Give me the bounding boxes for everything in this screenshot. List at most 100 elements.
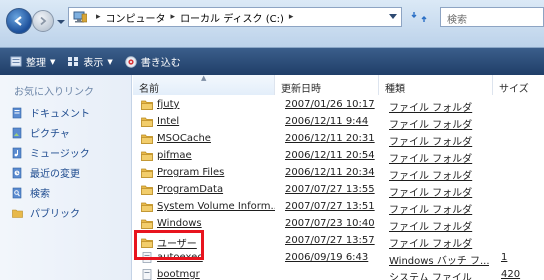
breadcrumb-local-disk[interactable]: ローカル ディスク (C:) (180, 10, 284, 25)
recent-pages-dropdown-icon[interactable] (56, 18, 66, 26)
column-header-size[interactable]: サイズ (493, 75, 544, 95)
file-size: 420 (501, 269, 521, 280)
favorite-link-searches[interactable]: 検索 (12, 185, 50, 200)
search-input[interactable]: 検索 (440, 7, 544, 27)
file-name: bootmgr (157, 269, 200, 280)
file-name-cell[interactable]: Intel (141, 116, 275, 127)
refresh-icon (411, 12, 427, 22)
column-header-label: 名前 (139, 84, 159, 95)
column-header-name[interactable]: ▲ 名前 (133, 75, 275, 95)
breadcrumb-separator-icon[interactable]: ▸ (96, 12, 101, 22)
file-size: 1 (501, 252, 508, 263)
file-type: ファイル フォルダ (389, 120, 473, 131)
favorite-links-heading: お気に入りリンク (14, 87, 94, 98)
highlight-box (134, 230, 204, 260)
folder-icon (141, 134, 153, 144)
address-path[interactable]: ▸ コンピュータ ▸ ローカル ディスク (C:) ▸ (68, 7, 402, 27)
file-type: ファイル フォルダ (389, 222, 473, 233)
column-header-type[interactable]: 種類 (379, 75, 493, 95)
file-type: ファイル フォルダ (389, 239, 473, 250)
file-date: 2006/12/11 20:34 (285, 167, 375, 178)
breadcrumb-separator-icon[interactable]: ▸ (171, 12, 176, 22)
folder-icon (141, 185, 153, 195)
file-name-cell[interactable]: Program Files (141, 167, 275, 178)
file-row[interactable]: bootmgr システム ファイル 420 (133, 267, 544, 280)
breadcrumb-separator-icon[interactable]: ▸ (289, 12, 294, 22)
breadcrumb-computer[interactable]: コンピュータ (106, 10, 166, 25)
organize-button[interactable]: 整理 ▼ (10, 54, 55, 69)
column-header-label: 種類 (385, 84, 405, 95)
folder-icon (141, 117, 153, 127)
file-type: ファイル フォルダ (389, 171, 473, 182)
file-name: fjuty (157, 99, 180, 110)
file-row[interactable]: Program Files 2006/12/11 20:34 ファイル フォルダ (133, 165, 544, 182)
favorite-link-label: ミュージック (30, 149, 90, 160)
file-name: pifmae (157, 150, 192, 161)
views-dropdown-icon: ▼ (107, 57, 113, 66)
favorite-link-music[interactable]: ミュージック (12, 145, 90, 160)
file-date: 2006/09/19 6:43 (285, 252, 369, 263)
music-icon (12, 147, 22, 158)
folder-icon (141, 168, 153, 178)
file-name-cell[interactable]: MSOCache (141, 133, 275, 144)
file-type: Windows バッチ フ... (389, 256, 489, 267)
forward-arrow-icon (40, 16, 47, 26)
file-row[interactable]: pifmae 2006/12/11 20:54 ファイル フォルダ (133, 148, 544, 165)
organize-icon (10, 56, 22, 67)
views-icon (68, 57, 79, 66)
file-date: 2007/07/27 13:57 (285, 235, 375, 246)
back-arrow-icon (14, 16, 22, 26)
file-row[interactable]: Intel 2006/12/11 9:44 ファイル フォルダ (133, 114, 544, 131)
address-bar: ▸ コンピュータ ▸ ローカル ディスク (C:) ▸ 検索 (0, 0, 544, 48)
organize-label: 整理 (26, 58, 46, 69)
favorite-link-label: ピクチャ (30, 129, 70, 140)
address-dropdown-icon[interactable] (389, 14, 397, 20)
views-button[interactable]: 表示 ▼ (67, 54, 113, 69)
favorite-link-recent-changes[interactable]: 最近の変更 (12, 165, 80, 180)
searches-icon (12, 187, 22, 198)
folder-icon (141, 202, 153, 212)
file-name: Intel (157, 116, 180, 127)
command-toolbar: 整理 ▼ 表示 ▼ 書き込む (0, 48, 544, 75)
file-row[interactable]: fjuty 2007/01/26 10:17 ファイル フォルダ (133, 97, 544, 114)
column-header-date[interactable]: 更新日時 (275, 75, 379, 95)
recent-changes-icon (12, 167, 22, 178)
file-date: 2006/12/11 20:54 (285, 150, 375, 161)
file-name-cell[interactable]: System Volume Inform... (141, 201, 275, 212)
favorite-link-public[interactable]: パブリック (12, 205, 80, 220)
file-name: Program Files (157, 167, 225, 178)
file-date: 2006/12/11 9:44 (285, 116, 369, 127)
folder-icon (141, 151, 153, 161)
file-date: 2007/01/26 10:17 (285, 99, 375, 110)
file-row[interactable]: MSOCache 2006/12/11 20:31 ファイル フォルダ (133, 131, 544, 148)
views-label: 表示 (83, 58, 104, 69)
documents-icon (12, 107, 22, 118)
file-name-cell[interactable]: pifmae (141, 150, 275, 161)
pictures-icon (12, 127, 22, 138)
favorite-link-documents[interactable]: ドキュメント (12, 105, 90, 120)
sort-ascending-icon: ▲ (201, 75, 207, 82)
file-row[interactable]: ProgramData 2007/07/27 13:55 ファイル フォルダ (133, 182, 544, 199)
file-name-cell[interactable]: bootmgr (141, 269, 275, 280)
favorite-link-pictures[interactable]: ピクチャ (12, 125, 70, 140)
file-date: 2006/12/11 20:31 (285, 133, 375, 144)
file-row[interactable]: System Volume Inform... 2007/07/27 13:51… (133, 199, 544, 216)
file-name-cell[interactable]: ProgramData (141, 184, 275, 195)
refresh-button[interactable] (406, 7, 432, 27)
folder-icon (141, 100, 153, 110)
favorite-link-label: 最近の変更 (30, 169, 80, 180)
file-type: ファイル フォルダ (389, 103, 473, 114)
file-date: 2007/07/23 10:40 (285, 218, 375, 229)
back-button[interactable] (6, 8, 32, 34)
file-type: ファイル フォルダ (389, 137, 473, 148)
file-date: 2007/07/27 13:51 (285, 201, 375, 212)
file-name-cell[interactable]: Windows (141, 218, 275, 229)
folder-icon (141, 219, 153, 229)
file-type: ファイル フォルダ (389, 205, 473, 216)
file-name-cell[interactable]: fjuty (141, 99, 275, 110)
burn-button[interactable]: 書き込む (125, 54, 181, 69)
favorite-link-label: パブリック (30, 209, 80, 220)
file-name: MSOCache (157, 133, 211, 144)
forward-button[interactable] (32, 10, 54, 32)
favorite-link-label: ドキュメント (30, 109, 90, 120)
